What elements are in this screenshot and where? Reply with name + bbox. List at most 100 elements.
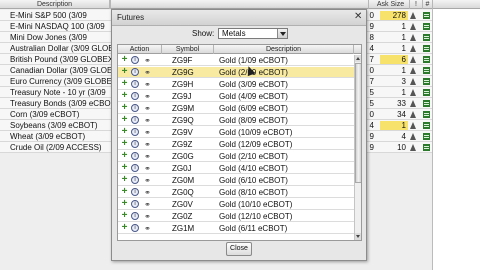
chart-icon[interactable] <box>423 111 430 118</box>
header-count[interactable]: # <box>423 0 433 9</box>
alert-icon[interactable] <box>410 122 416 129</box>
link-icon[interactable]: ⚭ <box>143 188 152 197</box>
info-icon[interactable]: i <box>131 116 139 124</box>
add-icon[interactable]: + <box>120 223 129 233</box>
info-icon[interactable]: i <box>131 152 139 160</box>
alert-icon[interactable] <box>410 34 416 41</box>
close-icon[interactable]: ✕ <box>354 11 362 22</box>
link-icon[interactable]: ⚭ <box>143 140 152 149</box>
futures-row[interactable]: + i ⚭ ZG9Q Gold (8/09 eCBOT) <box>118 115 354 126</box>
link-icon[interactable]: ⚭ <box>143 104 152 113</box>
show-select[interactable]: Metals <box>218 28 288 39</box>
chevron-down-icon[interactable] <box>277 29 287 38</box>
chart-icon[interactable] <box>423 23 430 30</box>
alert-icon[interactable] <box>410 78 416 85</box>
link-icon[interactable]: ⚭ <box>143 116 152 125</box>
add-icon[interactable]: + <box>120 91 129 101</box>
alert-icon[interactable] <box>410 100 416 107</box>
info-icon[interactable]: i <box>131 92 139 100</box>
futures-row[interactable]: + i ⚭ ZG0Z Gold (12/10 eCBOT) <box>118 211 354 222</box>
link-icon[interactable]: ⚭ <box>143 176 152 185</box>
alert-icon[interactable] <box>410 133 416 140</box>
info-icon[interactable]: i <box>131 56 139 64</box>
alert-icon[interactable] <box>410 12 416 19</box>
futures-row[interactable]: + i ⚭ ZG9V Gold (10/09 eCBOT) <box>118 127 354 138</box>
futures-row[interactable]: + i ⚭ ZG9Z Gold (12/09 eCBOT) <box>118 139 354 150</box>
link-icon[interactable]: ⚭ <box>143 212 152 221</box>
add-icon[interactable]: + <box>120 115 129 125</box>
add-icon[interactable]: + <box>120 79 129 89</box>
info-icon[interactable]: i <box>131 200 139 208</box>
vertical-scrollbar[interactable] <box>354 55 361 240</box>
chart-icon[interactable] <box>423 56 430 63</box>
info-icon[interactable]: i <box>131 224 139 232</box>
futures-row[interactable]: + i ⚭ ZG0J Gold (4/10 eCBOT) <box>118 163 354 174</box>
futures-row[interactable]: + i ⚭ ZG9M Gold (6/09 eCBOT) <box>118 103 354 114</box>
info-icon[interactable]: i <box>131 128 139 136</box>
alert-icon[interactable] <box>410 111 416 118</box>
info-icon[interactable]: i <box>131 188 139 196</box>
alert-icon[interactable] <box>410 89 416 96</box>
chart-icon[interactable] <box>423 100 430 107</box>
info-icon[interactable]: i <box>131 104 139 112</box>
alert-icon[interactable] <box>410 56 416 63</box>
link-icon[interactable]: ⚭ <box>143 56 152 65</box>
chart-icon[interactable] <box>423 133 430 140</box>
futures-row[interactable]: + i ⚭ ZG9F Gold (1/09 eCBOT) <box>118 55 354 66</box>
add-icon[interactable]: + <box>120 67 129 77</box>
add-icon[interactable]: + <box>120 211 129 221</box>
chart-icon[interactable] <box>423 122 430 129</box>
close-button[interactable]: Close <box>226 242 252 256</box>
futures-row[interactable]: + i ⚭ ZG1M Gold (6/11 eCBOT) <box>118 223 354 234</box>
link-icon[interactable]: ⚭ <box>143 68 152 77</box>
header-ask-size[interactable]: Ask Size <box>372 0 410 9</box>
chart-icon[interactable] <box>423 89 430 96</box>
futures-row[interactable]: + i ⚭ ZG0V Gold (10/10 eCBOT) <box>118 199 354 210</box>
futures-row[interactable]: + i ⚭ ZG0G Gold (2/10 eCBOT) <box>118 151 354 162</box>
chart-icon[interactable] <box>423 12 430 19</box>
info-icon[interactable]: i <box>131 80 139 88</box>
add-icon[interactable]: + <box>120 199 129 209</box>
add-icon[interactable]: + <box>120 55 129 65</box>
header-description[interactable]: Description <box>0 0 110 9</box>
link-icon[interactable]: ⚭ <box>143 92 152 101</box>
add-icon[interactable]: + <box>120 127 129 137</box>
alert-icon[interactable] <box>410 45 416 52</box>
futures-row[interactable]: + i ⚭ ZG0Q Gold (8/10 eCBOT) <box>118 187 354 198</box>
add-icon[interactable]: + <box>120 151 129 161</box>
add-icon[interactable]: + <box>120 103 129 113</box>
add-icon[interactable]: + <box>120 175 129 185</box>
info-icon[interactable]: i <box>131 176 139 184</box>
add-icon[interactable]: + <box>120 139 129 149</box>
chart-icon[interactable] <box>423 67 430 74</box>
futures-row[interactable]: + i ⚭ ZG9G Gold (2/09 eCBOT) <box>118 67 354 78</box>
link-icon[interactable]: ⚭ <box>143 224 152 233</box>
column-symbol[interactable]: Symbol <box>162 45 214 54</box>
futures-row[interactable]: + i ⚭ ZG9J Gold (4/09 eCBOT) <box>118 91 354 102</box>
scroll-up-icon[interactable] <box>355 55 361 62</box>
scroll-down-icon[interactable] <box>355 233 361 240</box>
alert-icon[interactable] <box>410 144 416 151</box>
alert-icon[interactable] <box>410 23 416 30</box>
info-icon[interactable]: i <box>131 140 139 148</box>
info-icon[interactable]: i <box>131 164 139 172</box>
chart-icon[interactable] <box>423 78 430 85</box>
chart-icon[interactable] <box>423 34 430 41</box>
link-icon[interactable]: ⚭ <box>143 164 152 173</box>
link-icon[interactable]: ⚭ <box>143 80 152 89</box>
chart-icon[interactable] <box>423 45 430 52</box>
column-description[interactable]: Description <box>214 45 354 54</box>
dialog-titlebar[interactable]: Futures ✕ <box>112 10 366 26</box>
link-icon[interactable]: ⚭ <box>143 152 152 161</box>
header-last[interactable] <box>110 0 111 9</box>
header-alert[interactable]: ! <box>410 0 423 9</box>
alert-icon[interactable] <box>410 67 416 74</box>
link-icon[interactable]: ⚭ <box>143 128 152 137</box>
chart-icon[interactable] <box>423 144 430 151</box>
link-icon[interactable]: ⚭ <box>143 200 152 209</box>
info-icon[interactable]: i <box>131 68 139 76</box>
add-icon[interactable]: + <box>120 163 129 173</box>
scroll-thumb[interactable] <box>355 63 361 183</box>
add-icon[interactable]: + <box>120 187 129 197</box>
column-action[interactable]: Action <box>118 45 162 54</box>
